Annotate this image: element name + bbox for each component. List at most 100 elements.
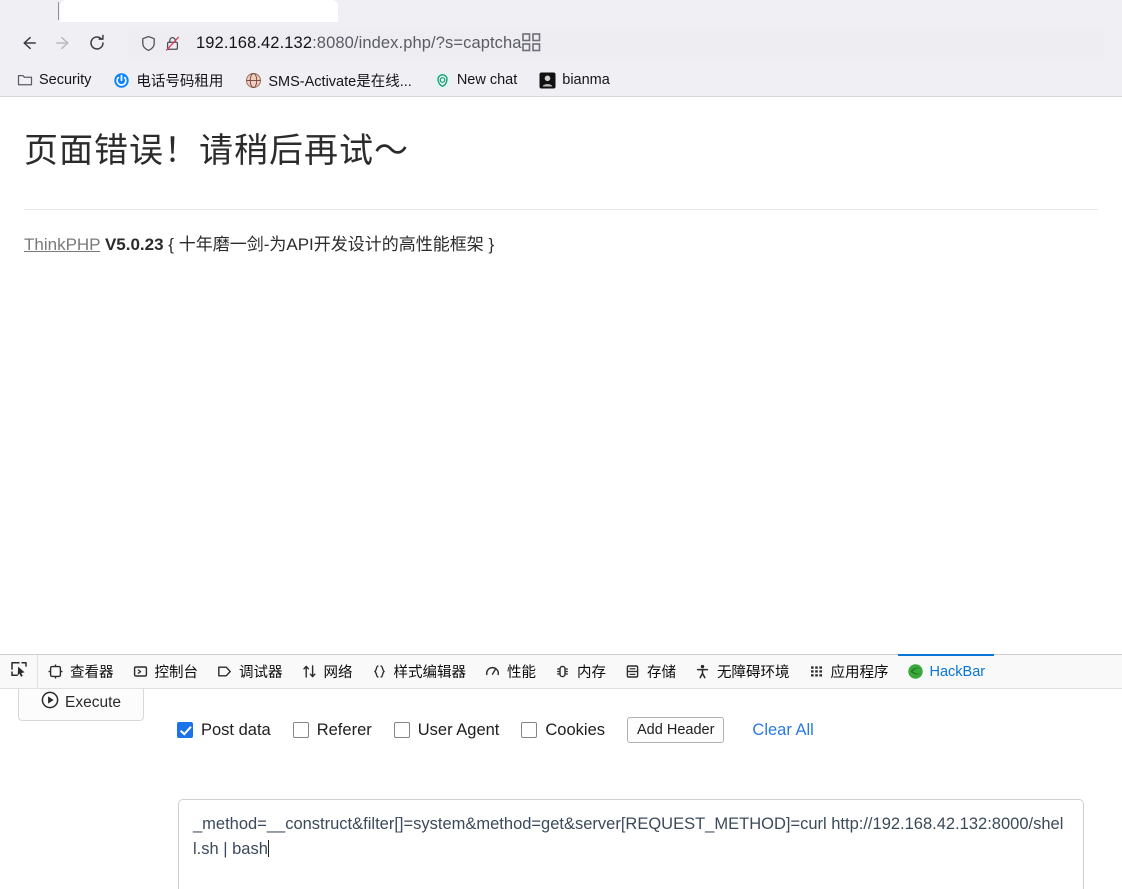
network-icon [301, 663, 318, 680]
reload-icon [87, 33, 107, 53]
bookmarks-bar: Security 电话号码租用 SMS-Activate是在线... New c… [0, 64, 1122, 97]
tabstrip-right-spacer [338, 0, 1122, 22]
memory-icon [554, 663, 571, 680]
bookmark-item-sms-activate[interactable]: SMS-Activate是在线... [241, 67, 415, 94]
element-picker-button[interactable] [0, 655, 38, 688]
style-editor-icon [371, 663, 388, 680]
bookmark-label: bianma [562, 72, 610, 88]
devtools-tab-label: 无障碍环境 [717, 665, 790, 681]
forward-button[interactable] [46, 26, 80, 60]
lock-broken-icon[interactable] [162, 33, 182, 53]
browser-tab-strip [0, 0, 1122, 22]
browser-navigation-bar: 192.168.42.132:8080/index.php/?s=captcha [0, 22, 1122, 64]
bookmark-item-new-chat[interactable]: New chat [430, 69, 521, 92]
inspector-icon [47, 663, 64, 680]
devtools-tab-performance[interactable]: 性能 [475, 655, 545, 688]
browser-tab-active[interactable] [60, 0, 338, 22]
text-caret [267, 840, 269, 857]
hackbar-panel: Execute Post data Referer User Agent Coo… [0, 689, 1122, 889]
bookmark-item-security[interactable]: Security [12, 69, 95, 92]
element-picker-icon [10, 660, 28, 683]
url-path: :8080/index.php/?s=captcha [312, 33, 522, 52]
option-cookies[interactable]: Cookies [521, 721, 605, 740]
devtools-tab-debugger[interactable]: 调试器 [207, 655, 292, 688]
option-label: User Agent [417, 720, 500, 739]
devtools-tab-console[interactable]: 控制台 [123, 655, 208, 688]
option-user-agent[interactable]: User Agent [393, 720, 500, 740]
add-header-button[interactable]: Add Header [627, 717, 725, 743]
shield-icon[interactable] [138, 33, 158, 53]
qr-code-icon[interactable] [521, 28, 544, 58]
bookmark-label: New chat [456, 72, 518, 88]
accessibility-icon [694, 663, 711, 680]
devtools-tab-label: 存储 [647, 665, 676, 681]
hackbar-icon [907, 663, 924, 680]
devtools-tab-label: 查看器 [70, 665, 114, 681]
devtools-tab-inspector[interactable]: 查看器 [38, 655, 123, 688]
storage-icon [624, 663, 641, 680]
devtools-panel: 查看器 控制台 调试器 网络 样式编辑器 性能 内存 存储 无障碍环境 应用程序… [0, 654, 1122, 889]
option-post-data[interactable]: Post data [177, 721, 271, 740]
devtools-tabbar: 查看器 控制台 调试器 网络 样式编辑器 性能 内存 存储 无障碍环境 应用程序… [0, 654, 1122, 689]
devtools-tab-memory[interactable]: 内存 [545, 655, 615, 688]
post-data-textarea[interactable]: _method=__construct&filter[]=system&meth… [178, 799, 1084, 889]
devtools-tab-style-editor[interactable]: 样式编辑器 [362, 655, 476, 688]
devtools-tab-label: 应用程序 [830, 665, 889, 681]
devtools-tab-label: HackBar [929, 663, 986, 680]
devtools-tab-label: 网络 [323, 665, 353, 681]
bookmark-item-phone-rental[interactable]: 电话号码租用 [109, 67, 227, 94]
execute-button-label: Execute [64, 693, 121, 711]
framework-slogan: { 十年磨一剑-为API开发设计的高性能框架 } [168, 235, 495, 254]
power-icon [113, 72, 130, 89]
tabstrip-left-spacer [0, 0, 58, 22]
debugger-icon [216, 663, 233, 680]
back-button[interactable] [12, 26, 46, 60]
devtools-tab-label: 性能 [507, 665, 536, 681]
clear-all-link[interactable]: Clear All [752, 721, 813, 740]
option-referer[interactable]: Referer [292, 720, 372, 740]
openai-icon [434, 72, 451, 89]
bookmark-item-bianma[interactable]: bianma [535, 69, 614, 92]
dark-avatar-icon [539, 72, 556, 89]
globe-icon [245, 72, 262, 89]
devtools-tab-label: 调试器 [239, 665, 283, 681]
devtools-tab-label: 内存 [577, 665, 606, 681]
bookmark-label: SMS-Activate是在线... [268, 73, 412, 90]
thinkphp-link[interactable]: ThinkPHP [24, 235, 100, 254]
page-title: 页面错误！请稍后再试～ [24, 132, 409, 170]
application-icon [808, 663, 825, 680]
devtools-tab-label: 控制台 [154, 665, 199, 681]
page-content: 页面错误！请稍后再试～ ThinkPHP V5.0.23 { 十年磨一剑-为AP… [0, 97, 1122, 654]
option-label: Post data [201, 720, 271, 739]
devtools-tab-accessibility[interactable]: 无障碍环境 [685, 655, 799, 688]
tab-divider [58, 2, 59, 20]
devtools-tab-application[interactable]: 应用程序 [799, 655, 898, 688]
arrow-right-icon [53, 33, 73, 53]
console-icon [132, 663, 149, 680]
folder-icon [16, 72, 33, 89]
bookmark-label: Security [39, 72, 92, 88]
devtools-tab-hackbar[interactable]: HackBar [897, 654, 995, 688]
play-circle-icon [41, 691, 59, 714]
option-label: Referer [316, 720, 372, 739]
performance-icon [484, 663, 501, 680]
address-bar[interactable]: 192.168.42.132:8080/index.php/?s=captcha [128, 27, 1104, 59]
devtools-tab-network[interactable]: 网络 [292, 655, 362, 688]
post-data-value: _method=__construct&filter[]=system&meth… [193, 815, 1064, 858]
referer-checkbox[interactable] [292, 722, 309, 738]
address-bar-text: 192.168.42.132:8080/index.php/?s=captcha [196, 34, 522, 53]
framework-info: ThinkPHP V5.0.23 { 十年磨一剑-为API开发设计的高性能框架 … [24, 230, 1098, 255]
framework-version: V5.0.23 [104, 235, 164, 254]
user-agent-checkbox[interactable] [393, 722, 410, 738]
post-data-checkbox[interactable] [177, 722, 193, 738]
devtools-tab-label: 样式编辑器 [393, 665, 467, 681]
cookies-checkbox[interactable] [521, 722, 538, 738]
option-label: Cookies [545, 720, 606, 739]
execute-button[interactable]: Execute [18, 689, 144, 721]
devtools-tab-storage[interactable]: 存储 [615, 655, 685, 688]
url-host: 192.168.42.132 [196, 33, 313, 52]
reload-button[interactable] [80, 26, 114, 60]
bookmark-label: 电话号码租用 [136, 73, 224, 90]
arrow-left-icon [19, 33, 39, 53]
horizontal-divider [24, 209, 1098, 210]
